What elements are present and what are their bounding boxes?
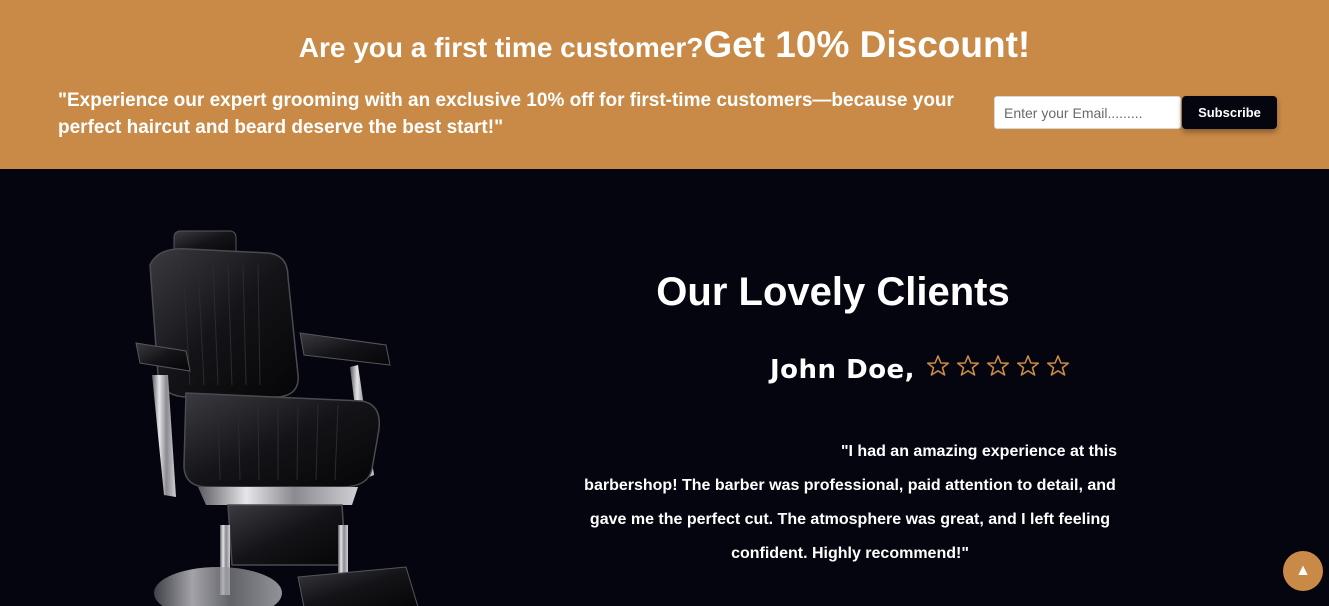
review-text: "I had an amazing experience at this bar…: [570, 435, 1130, 571]
barber-chair-image: [135, 230, 419, 606]
promo-banner: Are you a first time customer?Get 10% Di…: [0, 0, 1329, 169]
star-icon: [987, 355, 1010, 376]
clients-title: Our Lovely Clients: [656, 270, 1010, 314]
clients-section: Our Lovely Clients John Doe, "I had an a…: [0, 169, 1329, 606]
star-icon: [1047, 355, 1070, 376]
review-quote: "I had an amazing experience at this bar…: [584, 443, 1118, 562]
email-input[interactable]: [994, 96, 1181, 129]
reviewer-header: John Doe,: [770, 353, 1073, 387]
rating-stars: [923, 354, 1073, 378]
star-icon: [957, 355, 980, 376]
reviewer-name: John Doe,: [770, 355, 916, 385]
scroll-to-top-button[interactable]: ▲: [1283, 551, 1323, 591]
promo-question: Are you a first time customer?: [298, 32, 704, 63]
star-icon: [927, 355, 950, 376]
promo-heading: Are you a first time customer?Get 10% Di…: [0, 24, 1329, 66]
star-icon: [1017, 355, 1040, 376]
promo-description: "Experience our expert grooming with an …: [58, 90, 954, 138]
subscribe-button[interactable]: Subscribe: [1182, 96, 1277, 129]
arrow-up-icon: ▲: [1295, 562, 1311, 579]
promo-discount: Get 10% Discount!: [703, 24, 1031, 65]
